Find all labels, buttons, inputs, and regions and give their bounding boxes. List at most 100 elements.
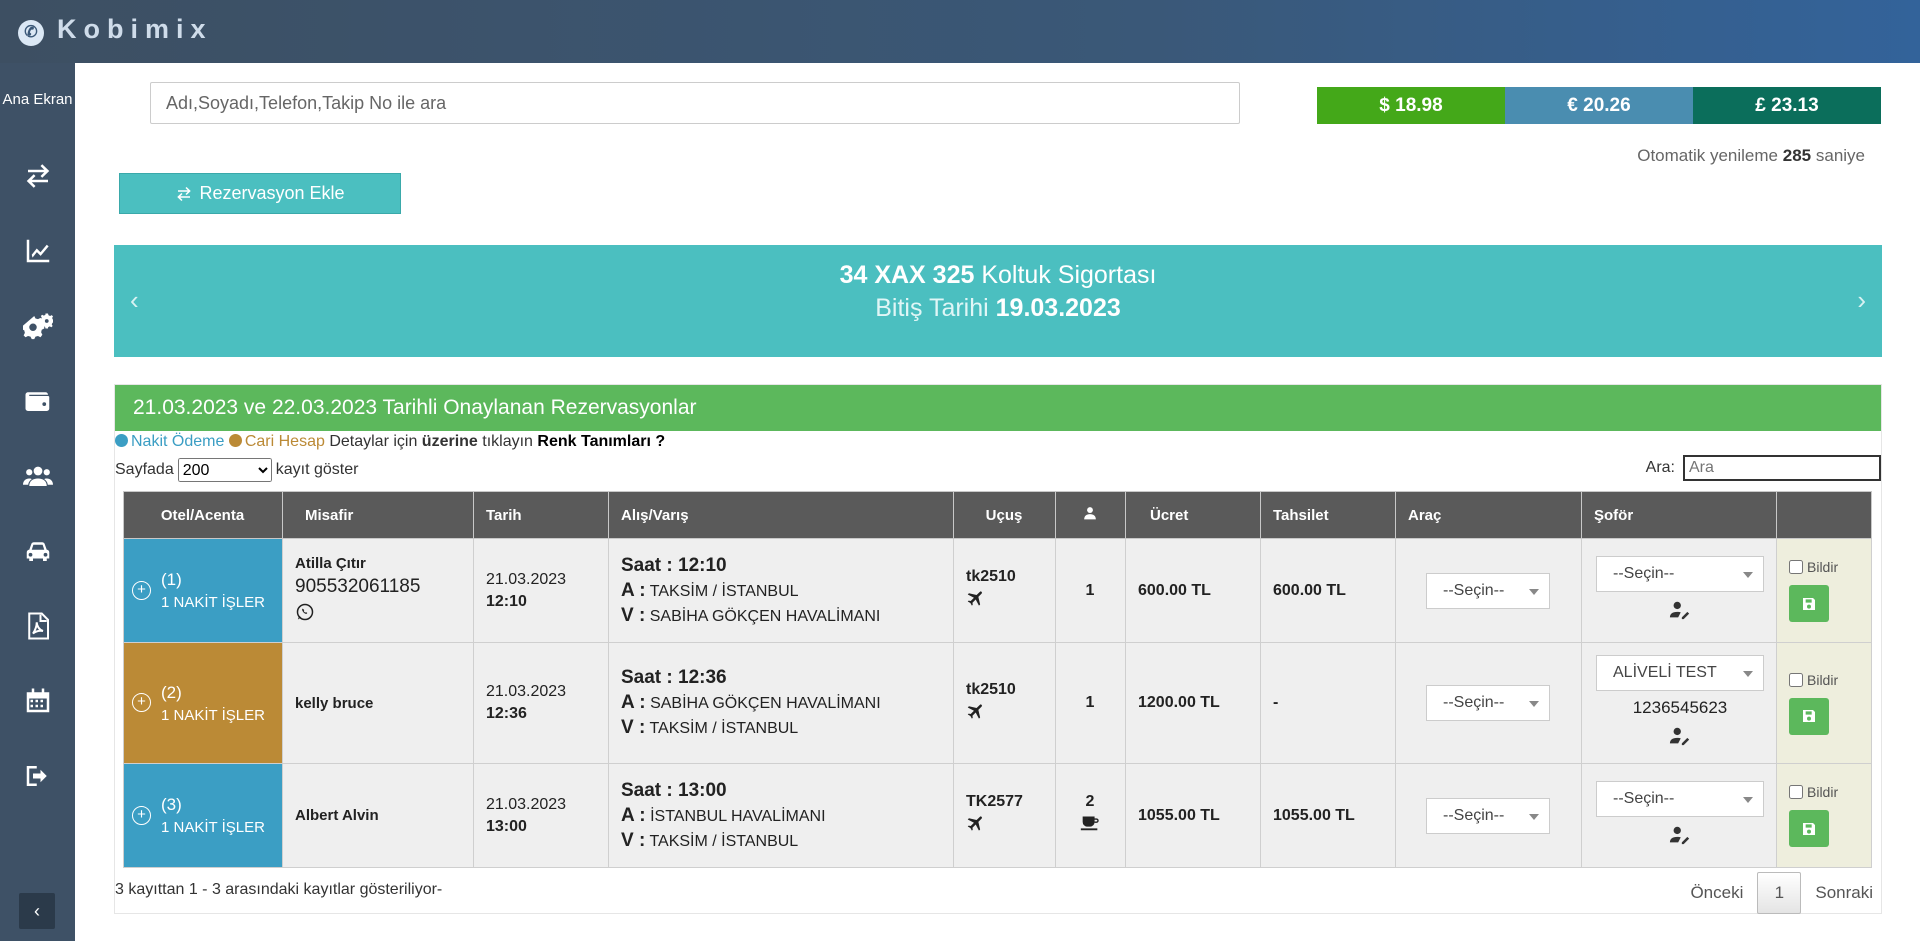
page-size-select[interactable]: 200 — [177, 458, 272, 482]
route-cell: Saat : 12:36 A : SABİHA GÖKÇEN HAVALİMAN… — [608, 642, 954, 764]
col-header-route[interactable]: Alış/Varış — [608, 491, 954, 539]
pickup-date: 21.03.2023 — [486, 683, 567, 700]
color-definitions-link[interactable]: Renk Tanımları ? — [537, 433, 665, 450]
vehicle-cell: --Seçin-- — [1395, 642, 1582, 764]
col-header-flight[interactable]: Uçuş — [953, 491, 1056, 539]
carousel-next-icon[interactable]: › — [1857, 285, 1866, 316]
pagination-next[interactable]: Sonraki — [1815, 883, 1873, 903]
expand-plus-icon[interactable]: + — [132, 805, 151, 825]
whatsapp-icon[interactable] — [295, 603, 315, 626]
notify-checkbox[interactable] — [1789, 672, 1803, 687]
flight-number: tk2510 — [966, 568, 1016, 585]
vehicle-select[interactable]: --Seçin-- — [1426, 685, 1550, 721]
col-header-pax[interactable] — [1055, 491, 1126, 539]
driver-select[interactable]: --Seçin-- — [1596, 555, 1764, 592]
sidebar-item-calendar[interactable] — [0, 681, 75, 721]
row-number: (3) — [161, 795, 182, 814]
vehicle-cell: --Seçin-- — [1395, 538, 1582, 643]
actions-cell: Bildir — [1776, 763, 1872, 868]
save-button[interactable] — [1789, 585, 1829, 622]
table-row[interactable]: + (3) 1 NAKİT İŞLER Albert Alvin 21.03.2… — [123, 763, 1872, 868]
col-header-guest[interactable]: Misafir — [282, 491, 474, 539]
agency-name: 1 NAKİT İŞLER — [161, 594, 265, 611]
sidebar-item-users[interactable] — [0, 456, 75, 496]
route-from: A : SABİHA GÖKÇEN HAVALİMANI — [621, 692, 952, 714]
notify-checkbox[interactable] — [1789, 785, 1803, 799]
rate-gbp: £ 23.13 — [1693, 87, 1881, 124]
driver-cell: --Seçin-- — [1581, 538, 1777, 643]
pagination-page[interactable]: 1 — [1757, 872, 1802, 914]
notify-label: Bildir — [1807, 784, 1839, 800]
wallet-icon — [25, 392, 49, 411]
sidebar-item-transfers[interactable] — [0, 156, 75, 196]
route-from: A : İSTANBUL HAVALİMANI — [621, 805, 952, 827]
sidebar-item-settings[interactable] — [0, 306, 75, 346]
time-value: 12:36 — [678, 667, 727, 688]
sidebar-item-wallet[interactable] — [0, 381, 75, 421]
driver-edit-icon[interactable] — [1596, 725, 1764, 752]
col-header-vehicle[interactable]: Araç — [1395, 491, 1582, 539]
from-value: İSTANBUL HAVALİMANI — [650, 807, 826, 825]
time-label: Saat : — [621, 554, 673, 576]
to-value: TAKSİM / İSTANBUL — [649, 720, 799, 737]
sidebar-item-home[interactable]: Ana Ekran — [0, 91, 75, 108]
sidebar-item-logout[interactable] — [0, 756, 75, 796]
notify-checkbox-label[interactable]: Bildir — [1789, 784, 1870, 800]
driver-select[interactable]: ALİVELİ TEST — [1596, 654, 1764, 691]
car-icon — [26, 542, 49, 561]
from-label: A : — [621, 579, 646, 601]
expand-plus-icon[interactable]: + — [132, 693, 151, 712]
add-reservation-button[interactable]: Rezervasyon Ekle — [119, 173, 401, 214]
table-row[interactable]: + (2) 1 NAKİT İŞLER kelly bruce 21.03.20… — [123, 642, 1872, 764]
vehicle-select[interactable]: --Seçin-- — [1426, 797, 1550, 834]
flight-cell: TK2577 — [953, 763, 1056, 868]
save-button[interactable] — [1789, 810, 1829, 847]
notify-checkbox[interactable] — [1789, 560, 1803, 574]
expand-plus-icon[interactable]: + — [132, 580, 151, 600]
top-bar: ✆ Kobimix — [0, 0, 1920, 63]
floppy-disk-icon — [1803, 822, 1815, 835]
driver-edit-icon[interactable] — [1596, 599, 1764, 626]
plane-icon — [967, 816, 982, 831]
guest-name: Albert Alvin — [295, 807, 379, 824]
row-number: (2) — [161, 682, 182, 702]
col-header-driver[interactable]: Şoför — [1581, 491, 1777, 539]
reservations-table: Otel/Acenta Misafir Tarih Alış/Varış Uçu… — [123, 491, 1872, 868]
app-logo-text[interactable]: Kobimix — [57, 14, 213, 45]
agency-cell[interactable]: + (3) 1 NAKİT İŞLER — [123, 763, 283, 868]
driver-select[interactable]: --Seçin-- — [1596, 780, 1764, 817]
time-label: Saat : — [621, 779, 673, 801]
sidebar-item-vehicles[interactable] — [0, 531, 75, 571]
search-input[interactable] — [150, 82, 1240, 124]
col-header-collected[interactable]: Tahsilet — [1260, 491, 1396, 539]
sidebar-item-pdf[interactable] — [0, 606, 75, 646]
notify-checkbox-label[interactable]: Bildir — [1789, 672, 1870, 688]
date-cell: 21.03.2023 12:36 — [473, 642, 609, 764]
driver-edit-icon[interactable] — [1596, 824, 1764, 851]
pagination-prev[interactable]: Önceki — [1690, 883, 1743, 903]
col-header-fee[interactable]: Ücret — [1125, 491, 1261, 539]
banner-line-2: Bitiş Tarihi 19.03.2023 — [114, 294, 1882, 323]
table-row[interactable]: + (1) 1 NAKİT İŞLER Atilla Çıtır 9055320… — [123, 538, 1872, 643]
banner-date: 19.03.2023 — [995, 294, 1121, 322]
to-label: V : — [621, 604, 646, 626]
vehicle-select[interactable]: --Seçin-- — [1426, 572, 1550, 609]
from-value: SABİHA GÖKÇEN HAVALİMANI — [650, 695, 881, 712]
save-button[interactable] — [1789, 697, 1829, 735]
sign-out-icon — [26, 766, 47, 786]
vehicle-cell: --Seçin-- — [1395, 763, 1582, 868]
agency-cell[interactable]: + (2) 1 NAKİT İŞLER — [123, 642, 283, 764]
col-header-agency[interactable]: Otel/Acenta — [123, 491, 283, 539]
refresh-prefix: Otomatik yenileme — [1637, 146, 1779, 165]
sidebar-item-reports[interactable] — [0, 231, 75, 271]
legend-details-pre: Detaylar için — [329, 433, 418, 450]
filter-input[interactable] — [1683, 455, 1881, 481]
agency-cell[interactable]: + (1) 1 NAKİT İŞLER — [123, 538, 283, 643]
sidebar-collapse-button[interactable]: ‹ — [19, 893, 55, 929]
notify-checkbox-label[interactable]: Bildir — [1789, 559, 1870, 575]
reservations-panel: 21.03.2023 ve 22.03.2023 Tarihli Onaylan… — [114, 384, 1882, 914]
table-filter: Ara: — [1646, 455, 1881, 481]
col-header-date[interactable]: Tarih — [473, 491, 609, 539]
agency-name: 1 NAKİT İŞLER — [161, 706, 265, 724]
logo-icon[interactable]: ✆ — [18, 20, 44, 46]
